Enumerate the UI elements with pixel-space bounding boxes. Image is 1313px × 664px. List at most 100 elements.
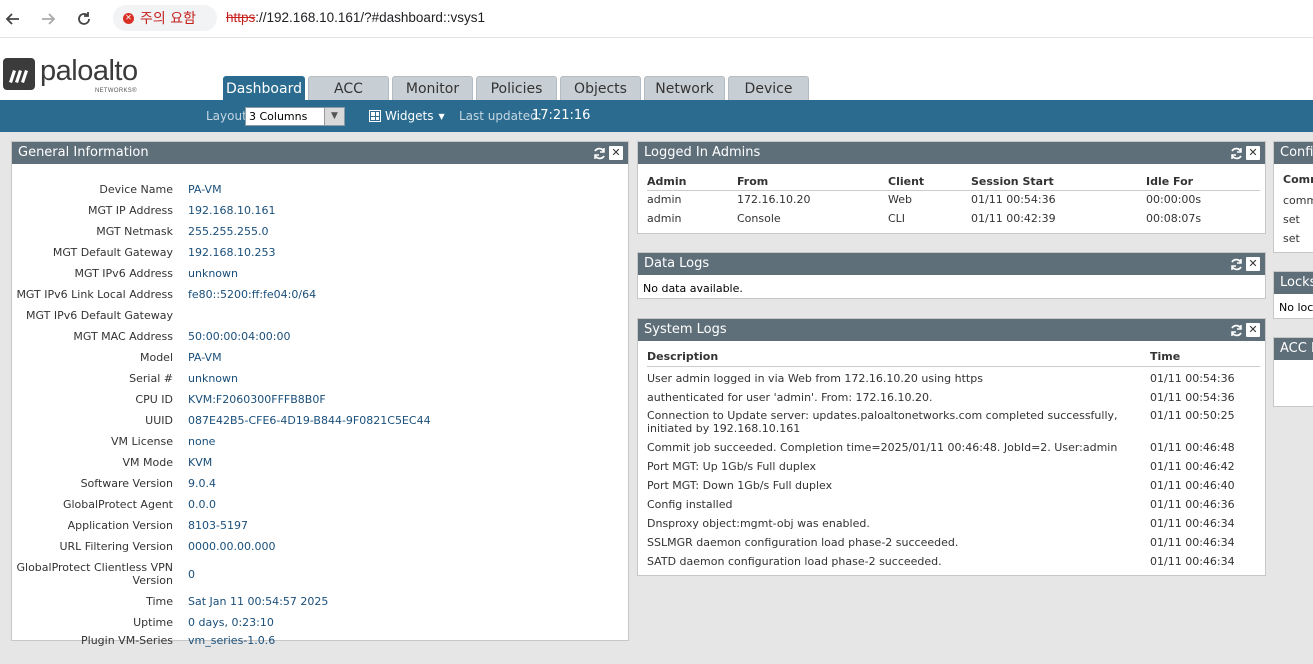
table-cell: 01/11 00:54:36 — [971, 193, 1056, 207]
info-row: Plugin VM-Series vm_series-1.0.6 — [12, 634, 275, 664]
column-header: Comm — [1283, 173, 1313, 186]
table-cell: 00:08:07s — [1146, 212, 1202, 225]
table-cell: Web — [888, 193, 912, 207]
log-description: Commit job succeeded. Completion time=20… — [647, 441, 1118, 454]
close-icon[interactable]: ✕ — [1246, 323, 1260, 337]
column-header: Idle For — [1146, 173, 1260, 191]
layout-select[interactable]: 3 Columns ▼ — [245, 107, 345, 126]
refresh-icon[interactable] — [1229, 323, 1243, 337]
chevron-down-icon[interactable]: ▼ — [324, 108, 344, 125]
info-label: GlobalProtect Clientless VPN — [16, 561, 174, 574]
log-description: Connection to Update server: updates.pal… — [647, 409, 1118, 435]
log-description: Dnsproxy object:mgmt-obj was enabled. — [647, 517, 870, 530]
refresh-icon[interactable] — [1229, 257, 1243, 271]
info-label: Time — [146, 595, 173, 608]
table-cell: admin — [647, 212, 682, 225]
info-value: 192.168.10.161 — [188, 204, 276, 217]
refresh-icon[interactable] — [592, 146, 606, 160]
widget-title: Data Logs — [644, 256, 710, 271]
log-time: 01/11 00:46:36 — [1150, 498, 1235, 511]
widgets-label: Widgets — [385, 109, 434, 123]
info-label: MGT Netmask — [96, 225, 173, 238]
url-path: ://192.168.10.161/?#dashboard::vsys1 — [255, 10, 485, 25]
log-time: 01/11 00:54:36 — [1150, 372, 1235, 385]
widgets-grid-icon — [369, 110, 381, 122]
widget-header: Config — [1274, 142, 1313, 164]
browser-bar: ✕ 주의 요함 https://192.168.10.161/?#dashboa… — [0, 0, 1313, 38]
tab-monitor[interactable]: Monitor — [392, 76, 473, 100]
config-logs-widget: Config Comm comm set set — [1273, 141, 1313, 253]
log-time: 01/11 00:50:25 — [1150, 409, 1235, 422]
table-cell: admin — [647, 193, 682, 207]
info-value: 0 — [188, 568, 195, 581]
tab-acc[interactable]: ACC — [308, 76, 389, 100]
table-cell: 00:00:00s — [1146, 193, 1202, 207]
info-value: unknown — [188, 372, 238, 385]
general-information-widget: General Information ✕ Device Name PA-VM MG… — [11, 141, 629, 647]
info-label: MGT MAC Address — [73, 330, 173, 343]
column-header: From — [737, 173, 888, 191]
widget-title: System Logs — [644, 322, 727, 337]
widget-title: Logged In Admins — [644, 145, 761, 160]
logo-subtext: NETWORKS® — [95, 88, 137, 94]
caret-down-icon: ▼ — [438, 111, 445, 121]
back-arrow-icon[interactable] — [2, 8, 24, 30]
info-label-cont: Version — [132, 574, 173, 587]
acc-risk-widget: ACC R — [1273, 337, 1313, 407]
info-value: 0 days, 0:23:10 — [188, 616, 274, 629]
widget-title: General Information — [18, 145, 149, 160]
close-icon[interactable]: ✕ — [609, 146, 623, 160]
table-cell: comm — [1283, 194, 1313, 207]
security-warning-chip[interactable]: ✕ 주의 요함 — [113, 5, 217, 31]
widget-header: Logged In Admins ✕ — [638, 142, 1265, 164]
info-label: URL Filtering Version — [59, 540, 173, 553]
info-value: KVM:F2060300FFFB8B0F — [188, 393, 326, 406]
admins-table: Admin From Client Session Start Idle For… — [647, 173, 1260, 228]
refresh-icon[interactable] — [1229, 146, 1243, 160]
reload-icon[interactable] — [73, 8, 95, 30]
last-updated-value: 17:21:16 — [532, 108, 591, 123]
info-value: Sat Jan 11 00:54:57 2025 — [188, 595, 329, 608]
log-description: SATD daemon configuration load phase-2 s… — [647, 555, 942, 568]
warning-icon: ✕ — [123, 12, 134, 24]
table-cell: set — [1283, 213, 1300, 226]
info-label: MGT IPv6 Link Local Address — [16, 288, 173, 301]
info-label: Serial # — [129, 372, 173, 385]
log-time: 01/11 00:46:40 — [1150, 479, 1235, 492]
info-label: GlobalProtect Agent — [62, 498, 173, 511]
forward-arrow-icon[interactable] — [37, 8, 59, 30]
dashboard-toolbar: Layout 3 Columns ▼ Widgets ▼ Last update… — [0, 100, 1313, 132]
close-icon[interactable]: ✕ — [1246, 146, 1260, 160]
url-scheme: https — [226, 10, 256, 25]
tab-device[interactable]: Device — [728, 76, 809, 100]
log-description: SSLMGR daemon configuration load phase-2… — [647, 536, 959, 549]
info-label: CPU ID — [135, 393, 173, 406]
layout-label: Layout — [206, 109, 247, 123]
info-value: 0000.00.00.000 — [188, 540, 276, 553]
info-value: none — [188, 435, 216, 448]
widget-title: Config — [1280, 145, 1313, 160]
info-label: Device Name — [99, 183, 173, 196]
column-header: Description — [647, 350, 719, 363]
system-logs-widget: System Logs ✕ Description Time User admi… — [637, 318, 1266, 576]
table-cell: 172.16.10.20 — [737, 193, 811, 207]
widgets-button[interactable]: Widgets ▼ — [369, 109, 445, 123]
tab-network[interactable]: Network — [644, 76, 725, 100]
info-label: Software Version — [80, 477, 173, 490]
tab-dashboard[interactable]: Dashboard — [223, 76, 305, 100]
table-cell: CLI — [888, 212, 906, 225]
info-label: Model — [139, 351, 173, 364]
table-row: admin Console CLI 01/11 00:42:39 00:08:0… — [647, 209, 1260, 228]
address-bar[interactable]: https://192.168.10.161/?#dashboard::vsys… — [226, 10, 485, 25]
info-label: Uptime — [133, 616, 173, 629]
info-value: 0.0.0 — [188, 498, 216, 511]
locks-widget: Locks No lock — [1273, 271, 1313, 319]
tab-objects[interactable]: Objects — [560, 76, 641, 100]
log-time: 01/11 00:46:34 — [1150, 555, 1235, 568]
close-icon[interactable]: ✕ — [1246, 257, 1260, 271]
info-value: 50:00:00:04:00:00 — [188, 330, 291, 343]
info-value: KVM — [188, 456, 213, 469]
widget-header: ACC R — [1274, 338, 1313, 360]
logged-in-admins-widget: Logged In Admins ✕ Admin From Client Ses… — [637, 141, 1266, 234]
tab-policies[interactable]: Policies — [476, 76, 557, 100]
